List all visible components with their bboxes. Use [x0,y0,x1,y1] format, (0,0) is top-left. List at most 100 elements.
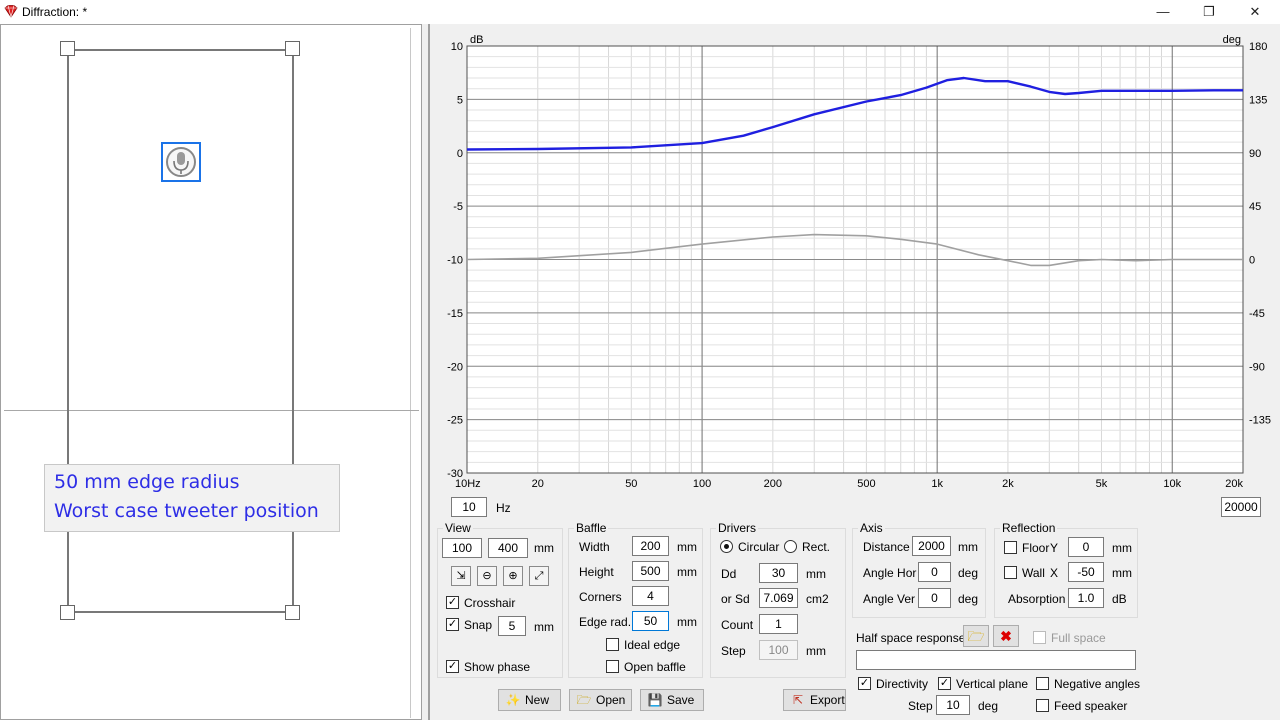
open-button[interactable]: 🗁 Open [569,689,632,711]
x-tick-label: 500 [857,478,875,490]
angle-ver-input[interactable]: 0 [918,588,951,608]
wall-axis: X [1050,566,1059,580]
driver-marker[interactable] [161,142,201,182]
zoom-out-icon: ⊖ [482,570,492,582]
step-label: Step [721,644,746,658]
edge-rad-label: Edge rad. [579,615,632,629]
export-button[interactable]: ⇱ Export [783,689,846,711]
show-phase-checkbox[interactable]: ✓ [446,660,459,673]
crosshair-label: Crosshair [464,596,516,610]
crosshair-checkbox[interactable]: ✓ [446,596,459,609]
close-button[interactable]: ✕ [1232,0,1278,24]
snap-input[interactable]: 5 [498,616,526,636]
count-input[interactable]: 1 [759,614,798,634]
clear-half-space-button[interactable]: ✖ [993,625,1019,647]
zoom-extents-button[interactable]: ⤢ [529,566,549,586]
distance-label: Distance [863,540,910,554]
y-tick-label: 0 [457,148,463,160]
negative-angles-label: Negative angles [1054,677,1141,691]
directivity-step-input[interactable]: 10 [936,695,970,715]
callout-line-1: 50 mm edge radius [54,471,240,493]
export-icon: ⇱ [792,693,804,707]
floor-input[interactable]: 0 [1068,537,1104,557]
magic-wand-icon: ✨ [505,693,521,707]
resize-handle-bottom-left[interactable] [60,605,75,620]
new-button[interactable]: ✨ New [498,689,561,711]
new-button-label: New [525,693,550,707]
ideal-edge-label: Ideal edge [624,638,681,652]
directivity-step-label: Step [908,699,933,713]
angle-ver-unit: deg [958,592,979,606]
export-button-label: Export [810,693,845,707]
baffle-group-title: Baffle [574,521,609,535]
freq-max-input[interactable]: 20000 [1221,497,1261,517]
view-max-input[interactable]: 400 [488,538,528,558]
circular-radio[interactable] [720,540,733,553]
y-tick-label: -5 [453,201,463,213]
distance-input[interactable]: 2000 [912,536,951,556]
delete-icon: ✖ [1000,628,1012,644]
zoom-fit-button[interactable]: ⇲ [451,566,471,586]
frequency-response-chart[interactable]: 10Hz 20 50 100 200 500 1k 2k 5k 10k 20k1050-5-10-1… [430,24,1280,492]
save-button-label: Save [667,693,695,707]
dd-label: Dd [721,567,737,581]
resize-handle-top-right[interactable] [285,41,300,56]
wall-checkbox[interactable] [1004,566,1017,579]
sd-label: or Sd [721,592,750,606]
x-tick-label: 2k [1002,478,1014,490]
height-input[interactable]: 500 [632,561,669,581]
angle-ver-label: Angle Ver [863,592,916,606]
feed-speaker-checkbox[interactable] [1036,699,1049,712]
absorption-label: Absorption [1008,592,1066,606]
right-unit-label: deg [1223,34,1241,46]
restore-button[interactable]: ❐ [1186,0,1232,24]
x-tick-label: 50 [625,478,637,490]
full-space-label: Full space [1051,631,1106,645]
width-input[interactable]: 200 [632,536,669,556]
expand-icon: ⤢ [534,570,544,582]
view-min-input[interactable]: 100 [442,538,482,558]
zoom-fit-icon: ⇲ [456,570,466,582]
angle-hor-label: Angle Hor [863,566,917,580]
vertical-plane-checkbox[interactable]: ✓ [938,677,951,690]
edge-rad-input[interactable]: 50 [632,611,669,631]
callout-line-2: Worst case tweeter position [54,500,319,522]
dd-input[interactable]: 30 [759,563,798,583]
angle-hor-input[interactable]: 0 [918,562,951,582]
sd-input[interactable]: 7.069 [759,588,798,608]
window-title: Diffraction: * [22,5,88,19]
show-phase-check-mark: ✓ [447,660,458,672]
full-space-checkbox[interactable] [1033,631,1046,644]
negative-angles-checkbox[interactable] [1036,677,1049,690]
freq-min-input[interactable]: 10 [451,497,487,517]
y-tick-label: 10 [451,41,463,53]
crosshair-check-mark: ✓ [447,596,458,608]
floor-checkbox[interactable] [1004,541,1017,554]
minimize-button[interactable]: — [1140,0,1186,24]
half-space-file-input[interactable] [856,650,1136,670]
resize-handle-bottom-right[interactable] [285,605,300,620]
microphone-icon [166,147,196,177]
resize-handle-top-left[interactable] [60,41,75,56]
wall-input[interactable]: -50 [1068,562,1104,582]
zoom-in-button[interactable]: ⊕ [503,566,523,586]
snap-checkbox[interactable]: ✓ [446,618,459,631]
half-space-label: Half space response [856,631,966,645]
reflection-group-title: Reflection [1000,521,1058,535]
directivity-label: Directivity [876,677,929,691]
absorption-input[interactable]: 1.0 [1068,588,1104,608]
open-half-space-button[interactable]: 🗁 [963,625,989,647]
open-baffle-checkbox[interactable] [606,660,619,673]
save-icon: 💾 [647,693,663,707]
zoom-out-button[interactable]: ⊖ [477,566,497,586]
step-input[interactable]: 100 [759,640,798,660]
angle-hor-unit: deg [958,566,979,580]
open-baffle-label: Open baffle [624,660,686,674]
ideal-edge-checkbox[interactable] [606,638,619,651]
save-button[interactable]: 💾 Save [640,689,704,711]
crosshair-vertical [410,28,411,718]
corners-input[interactable]: 4 [632,586,669,606]
rect-radio[interactable] [784,540,797,553]
directivity-checkbox[interactable]: ✓ [858,677,871,690]
open-folder-icon: 🗁 [576,693,592,707]
